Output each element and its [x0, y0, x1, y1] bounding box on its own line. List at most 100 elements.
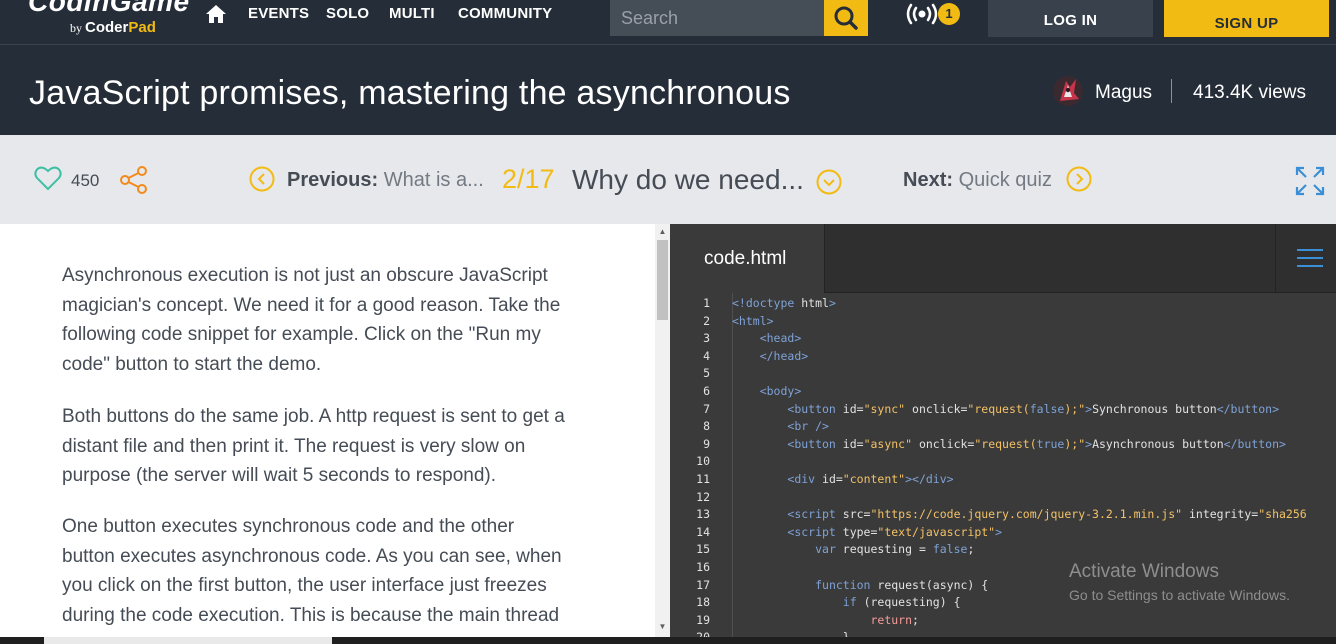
paragraph-1: Asynchronous execution is not just an ob… — [62, 261, 602, 379]
previous-title: What is a... — [383, 169, 484, 191]
paragraph-line: code" button to start the demo. — [62, 353, 322, 375]
author-avatar[interactable] — [1052, 75, 1084, 107]
hamburger-menu-icon[interactable] — [1297, 248, 1323, 268]
nav-link-events[interactable]: EVENTS — [248, 5, 309, 22]
previous-lesson-link[interactable]: Previous: What is a... — [287, 169, 484, 192]
logo-brand-coder: Coder — [85, 19, 129, 36]
paragraph-line: following code snippet for example. Clic… — [62, 324, 541, 345]
code-token: true — [1036, 436, 1065, 451]
fullscreen-icon[interactable] — [1295, 166, 1325, 196]
code-token: "content" — [842, 472, 906, 486]
code-tab-bar: code.html — [670, 224, 1336, 293]
line-number: 10 — [696, 454, 710, 469]
code-token: requesting = — [842, 542, 933, 557]
code-file-tab[interactable]: code.html — [670, 224, 825, 293]
code-token: (requesting) { — [863, 595, 961, 610]
line-number: 6 — [703, 384, 710, 398]
code-editor-panel: code.html 123456789101112131415161718192… — [670, 224, 1336, 637]
code-line: } — [732, 630, 850, 637]
code-token: <!doctype — [732, 296, 802, 310]
line-number: 2 — [703, 313, 710, 328]
nav-link-community[interactable]: COMMUNITY — [458, 5, 552, 22]
code-token: "text/javascript" — [877, 524, 996, 539]
next-lesson-link[interactable]: Next: Quick quiz — [903, 169, 1052, 192]
notification-badge[interactable]: 1 — [938, 3, 960, 25]
scrollbar-thumb[interactable] — [657, 240, 668, 320]
paragraph-line: Asynchronous execution is not just an ob… — [62, 265, 548, 286]
line-number: 9 — [703, 436, 710, 451]
code-token: false — [932, 542, 968, 557]
code-token: "async" — [863, 436, 913, 451]
code-token: "sync" — [863, 401, 906, 416]
broadcast-icon[interactable] — [905, 2, 939, 26]
share-icon[interactable] — [119, 165, 149, 195]
previous-label: Previous: — [287, 169, 379, 191]
codingame-logo[interactable]: CodinGame by CoderPad — [28, 0, 189, 42]
paragraph-line: magician's concept. We need it for a goo… — [62, 294, 561, 316]
code-token: } — [732, 630, 850, 637]
next-chevron-icon[interactable] — [1066, 166, 1092, 192]
code-token: ; — [967, 542, 975, 557]
line-number: 20 — [670, 630, 710, 637]
paragraph-line: purpose (the server will wait 5 seconds … — [62, 465, 497, 486]
code-token: onclick= — [912, 436, 975, 451]
code-token: <script — [787, 524, 843, 539]
horizontal-scrollbar[interactable] — [44, 637, 332, 644]
code-line: <script type="text/javascript"> — [732, 525, 1002, 539]
scroll-up-arrow-icon[interactable]: ▲ — [657, 227, 668, 237]
heart-icon[interactable] — [34, 165, 62, 191]
code-token: id= — [842, 436, 864, 451]
code-line: <body> — [732, 384, 802, 398]
code-line: if (requesting) { — [732, 595, 961, 609]
code-token: </button> — [1216, 401, 1280, 416]
code-token: if — [842, 595, 864, 610]
line-number: 8 — [703, 419, 710, 434]
scroll-down-arrow-icon[interactable]: ▼ — [657, 622, 668, 632]
nav-link-solo[interactable]: SOLO — [326, 5, 369, 22]
nav-link-multi[interactable]: MULTI — [389, 5, 435, 22]
code-line: <script src="https://code.jquery.com/jqu… — [732, 507, 1306, 522]
logo-brand-pad: Pad — [128, 19, 156, 36]
previous-chevron-icon[interactable] — [249, 166, 275, 192]
code-token: <script — [787, 507, 843, 522]
line-number: 16 — [696, 560, 710, 574]
line-number: 12 — [696, 489, 710, 504]
line-number: 5 — [703, 366, 710, 381]
code-token: <button — [787, 401, 843, 416]
code-token: var — [815, 542, 843, 557]
search-button[interactable] — [824, 0, 868, 36]
code-line: return; — [732, 612, 918, 627]
code-token: <body> — [759, 384, 802, 398]
watermark-subtitle: Go to Settings to activate Windows. — [1069, 587, 1290, 603]
chevron-down-icon[interactable] — [816, 169, 842, 195]
author-name[interactable]: Magus — [1095, 82, 1152, 104]
line-number: 7 — [703, 401, 710, 416]
code-token: return — [870, 612, 913, 627]
paragraph-3: One button executes synchronous code and… — [62, 512, 602, 630]
line-number: 15 — [696, 542, 710, 557]
lesson-navbar: 450 Previous: What is a... 2/17 Why do w… — [0, 135, 1336, 224]
search-icon — [834, 6, 858, 30]
line-number: 13 — [696, 507, 710, 522]
search-input[interactable] — [610, 0, 824, 36]
title-separator — [1171, 79, 1172, 103]
current-lesson-title[interactable]: Why do we need... — [572, 164, 804, 196]
logo-wordmark: CodinGame — [28, 0, 190, 17]
paragraph-line: Both buttons do the same job. A http req… — [62, 406, 565, 427]
search-field[interactable] — [610, 0, 824, 36]
paragraph-2: Both buttons do the same job. A http req… — [62, 402, 602, 491]
code-line: var requesting = false; — [732, 542, 974, 556]
signup-button[interactable]: SIGN UP — [1164, 0, 1329, 37]
home-icon[interactable] — [205, 3, 227, 25]
login-button[interactable]: LOG IN — [988, 0, 1153, 37]
code-line: <button id="async" onclick="request(true… — [732, 437, 1286, 451]
paragraph-line: button executes asynchronous code. As yo… — [62, 545, 562, 567]
